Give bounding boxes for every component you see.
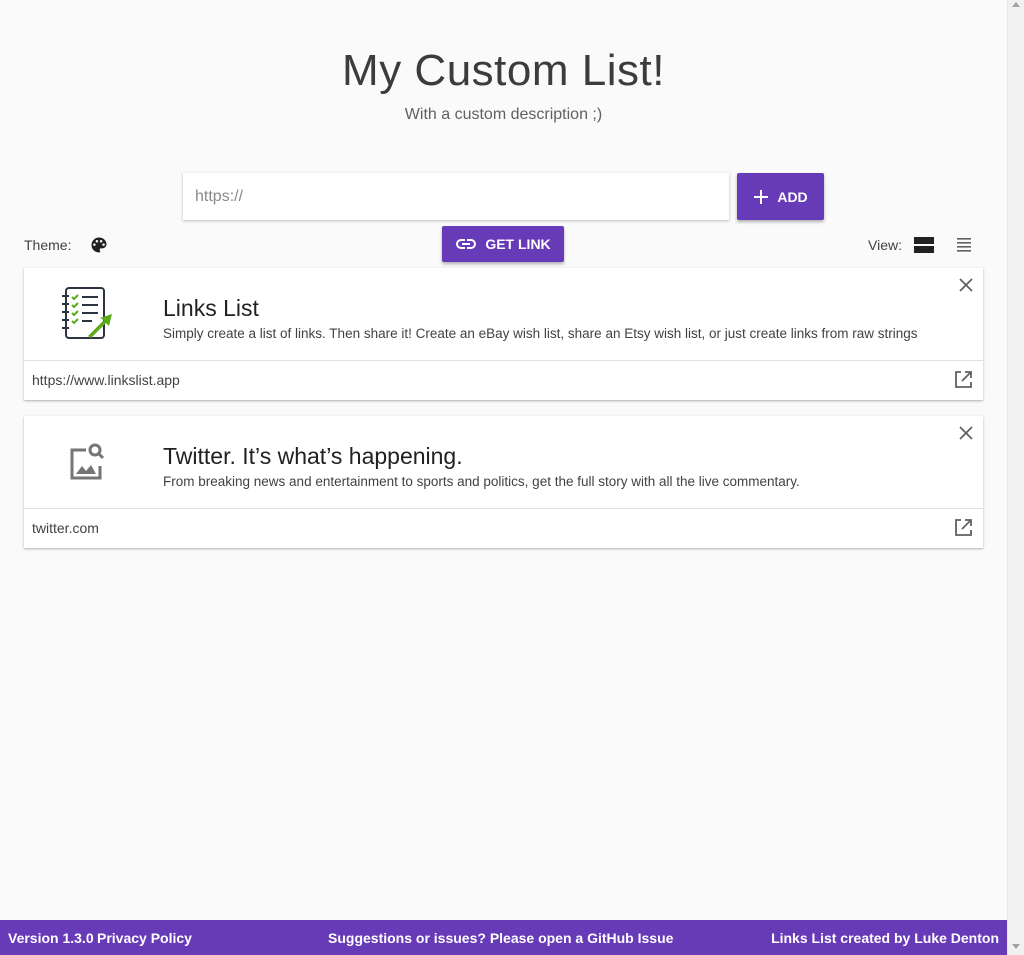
card-view-icon[interactable] [912,234,936,256]
list-view-icon[interactable] [952,234,976,256]
privacy-policy-link[interactable]: Privacy Policy [97,930,192,946]
link-card-description: Simply create a list of links. Then shar… [163,326,918,341]
link-card-url[interactable]: twitter.com [32,520,99,536]
close-icon[interactable] [957,276,975,294]
page-subtitle: With a custom description ;) [404,106,603,123]
add-button-label: ADD [777,188,808,205]
view-label: View: [868,237,902,253]
plus-icon [754,189,769,204]
close-icon[interactable] [957,424,975,442]
link-card: Twitter. It’s what’s happening. From bre… [24,416,983,548]
github-issue-link[interactable]: Suggestions or issues? Please open a Git… [328,930,673,946]
image-search-icon [70,443,105,480]
link-card-title: Links List [163,295,259,321]
add-button[interactable]: ADD [737,173,824,220]
page-title: My Custom List! [342,46,665,95]
get-link-button[interactable]: GET LINK [442,226,564,262]
author-credit-link[interactable]: Links List created by Luke Denton [771,930,999,946]
link-card-header[interactable]: Links List Simply create a list of links… [24,268,983,361]
scroll-down-arrow-icon[interactable] [1012,944,1020,949]
open-in-new-icon[interactable] [953,518,973,538]
footer: Version 1.3.0 Privacy Policy Suggestions… [0,920,1007,955]
theme-label: Theme: [24,237,72,253]
version-text: Version 1.3.0 [8,930,94,946]
link-icon [456,239,477,249]
link-card-url[interactable]: https://www.linkslist.app [32,372,180,388]
scroll-up-arrow-icon[interactable] [1012,2,1020,7]
link-card-description: From breaking news and entertainment to … [163,474,800,489]
checklist-logo-icon [62,287,112,339]
link-card-header[interactable]: Twitter. It’s what’s happening. From bre… [24,416,983,509]
get-link-button-label: GET LINK [485,236,551,252]
url-input[interactable] [183,173,729,220]
open-in-new-icon[interactable] [953,370,973,390]
link-card: Links List Simply create a list of links… [24,268,983,400]
page-scrollbar[interactable] [1007,0,1024,955]
palette-icon[interactable] [89,235,109,255]
link-card-title: Twitter. It’s what’s happening. [163,443,463,469]
